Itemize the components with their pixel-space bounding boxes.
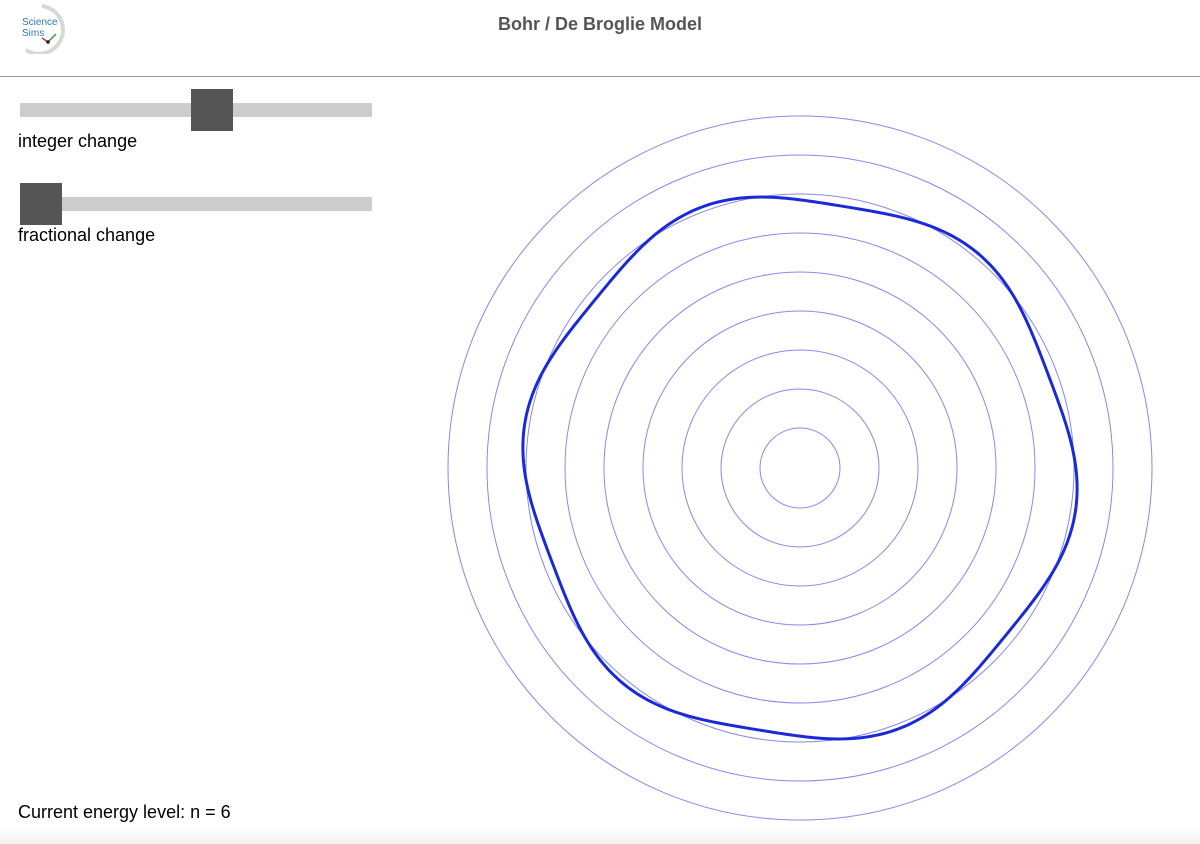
page-title: Bohr / De Broglie Model <box>497 14 702 34</box>
science-sims-logo[interactable]: Science Sims <box>12 4 68 56</box>
fractional-change-label: fractional change <box>18 225 156 245</box>
orbit-ring <box>681 349 919 587</box>
slider-track[interactable] <box>20 197 372 211</box>
bohr-orbit-diagram <box>447 115 1153 821</box>
bottom-edge <box>0 826 1200 844</box>
logo-text-sims: Sims <box>22 28 45 39</box>
orbit-ring <box>603 271 997 665</box>
de-broglie-standing-wave <box>521 195 1079 741</box>
orbit-ring <box>525 193 1075 743</box>
orbit-ring <box>486 154 1114 782</box>
integer-change-label: integer change <box>18 131 138 151</box>
logo-text-science: Science <box>22 17 58 28</box>
energy-level-readout: Current energy level: n = 6 <box>18 802 231 822</box>
orbit-ring <box>720 388 880 548</box>
integer-change-slider[interactable] <box>20 89 372 133</box>
slider-thumb[interactable] <box>191 89 233 131</box>
orbit-ring <box>447 115 1153 821</box>
orbit-ring <box>642 310 958 626</box>
fractional-change-slider[interactable] <box>20 183 372 227</box>
orbit-ring <box>759 427 841 509</box>
header-bar: Science Sims Bohr / De Broglie Model <box>0 0 1200 77</box>
orbit-rings <box>447 115 1153 821</box>
slider-thumb[interactable] <box>20 183 62 225</box>
orbit-ring <box>564 232 1036 704</box>
